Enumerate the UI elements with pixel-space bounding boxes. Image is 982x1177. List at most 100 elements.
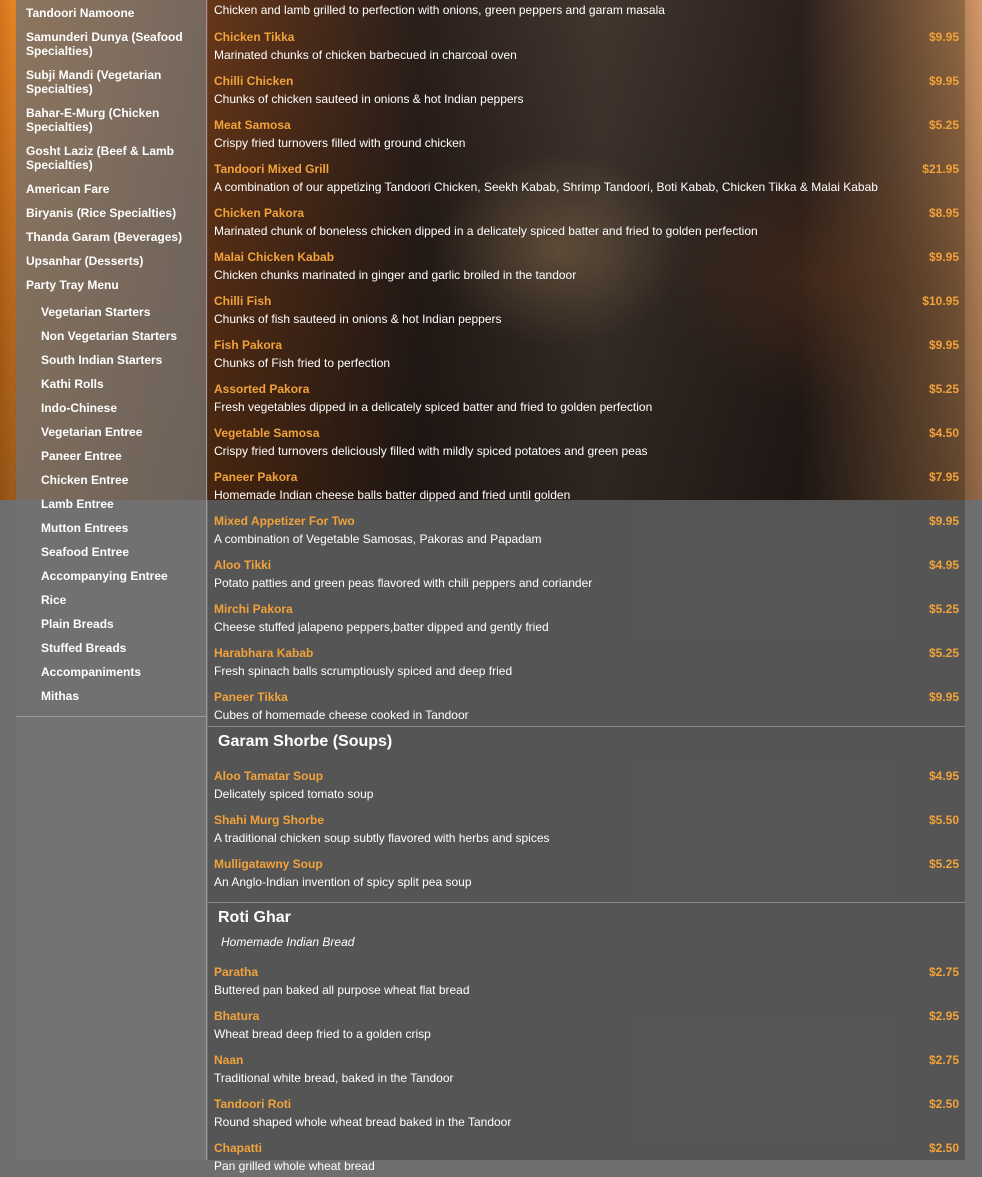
menu-item-description: Crispy fried turnovers deliciously fille… [214, 444, 648, 458]
sidebar-subcategory-link[interactable]: Mithas [16, 684, 206, 708]
sidebar-subcategory-link[interactable]: South Indian Starters [16, 348, 206, 372]
menu-item-price: $8.95 [928, 206, 959, 220]
menu-item-description: Fresh vegetables dipped in a delicately … [214, 400, 653, 414]
menu-item-top: Chicken and lamb grilled to perfection w… [208, 0, 965, 22]
sidebar-category-link[interactable]: Samunderi Dunya (Seafood Specialties) [16, 25, 206, 63]
menu-item-name: Meat Samosa [214, 118, 291, 132]
sidebar-category-link[interactable]: Biryanis (Rice Specialties) [16, 201, 206, 225]
menu-item-name: Fish Pakora [214, 338, 283, 352]
menu-item: Chilli Chicken $9.95 Chunks of chicken sau… [208, 66, 965, 110]
menu-item-description: Cheese stuffed jalapeno peppers,batter d… [214, 620, 549, 634]
sidebar-subcategory-link[interactable]: Accompaniments [16, 660, 206, 684]
sidebar-category-link[interactable]: Subji Mandi (Vegetarian Specialties) [16, 63, 206, 101]
menu-item-name: Chicken Pakora [214, 206, 305, 220]
sidebar-category-link[interactable]: Upsanhar (Desserts) [16, 249, 206, 273]
category-list: Tandoori Namoone Samunderi Dunya (Seafood… [16, 0, 206, 297]
menu-item: Tandoori Mixed Grill $21.95 A combination … [208, 154, 965, 198]
menu-item-description: Buttered pan baked all purpose wheat fla… [214, 983, 470, 997]
sidebar-subcategory-link[interactable]: Rice [16, 588, 206, 612]
menu-item-price: $4.95 [928, 558, 959, 572]
sidebar-category-link[interactable]: Thanda Garam (Beverages) [16, 225, 206, 249]
menu-item-description: A traditional chicken soup subtly flavor… [214, 831, 550, 845]
menu-item: Bhatura $2.95 Wheat bread deep fried to a … [208, 1001, 965, 1045]
menu-item: Chilli Fish $10.95 Chunks of fish sauteed … [208, 286, 965, 330]
menu-item-description: A combination of Vegetable Samosas, Pako… [214, 532, 542, 546]
menu-item-description: A combination of our appetizing Tandoori… [214, 180, 878, 194]
menu-content: Chicken and lamb grilled to perfection w… [208, 0, 965, 1173]
menu-item-name: Chapatti [214, 1141, 262, 1155]
menu-item: Paneer Tikka $9.95 Cubes of homemade chees… [208, 682, 965, 726]
section-breads: Roti Ghar Homemade Indian Bread [208, 902, 965, 957]
menu-item-price: $5.25 [928, 857, 959, 871]
menu-item-price: $4.95 [928, 769, 959, 783]
menu-item-price: $9.95 [928, 338, 959, 352]
menu-item-description: Chunks of fish sauteed in onions & hot I… [214, 312, 502, 326]
section-subtitle: Homemade Indian Bread [221, 935, 355, 949]
sidebar-category-link[interactable]: American Fare [16, 177, 206, 201]
menu-item-price: $2.75 [928, 965, 959, 979]
menu-item-name: Mirchi Pakora [214, 602, 293, 616]
menu-item-price: $5.25 [928, 646, 959, 660]
section-title: Roti Ghar [218, 909, 291, 926]
menu-item-description: An Anglo-Indian invention of spicy split… [214, 875, 472, 889]
sidebar-category-link[interactable]: Tandoori Namoone [16, 1, 206, 25]
sidebar-subcategory-link[interactable]: Vegetarian Entree [16, 420, 206, 444]
menu-item: Mulligatawny Soup $5.25 An Anglo-Indian in… [208, 849, 965, 893]
menu-item-name: Aloo Tikki [214, 558, 272, 572]
menu-item-price: $2.75 [928, 1053, 959, 1067]
sidebar-subcategory-link[interactable]: Plain Breads [16, 612, 206, 636]
menu-item-name: Shahi Murg Shorbe [214, 813, 325, 827]
sidebar-subcategory-link[interactable]: Seafood Entree [16, 540, 206, 564]
sidebar-subcategory-link[interactable]: Mutton Entrees [16, 516, 206, 540]
menu-item-name: Mulligatawny Soup [214, 857, 323, 871]
menu-item-description: Traditional white bread, baked in the Ta… [214, 1071, 454, 1085]
sidebar-subcategory-link[interactable]: Kathi Rolls [16, 372, 206, 396]
menu-item-name: Chilli Chicken [214, 74, 294, 88]
sidebar-subcategory-link[interactable]: Paneer Entree [16, 444, 206, 468]
menu-item-name: Aloo Tamatar Soup [214, 769, 324, 783]
menu-item-description: Wheat bread deep fried to a golden crisp [214, 1027, 431, 1041]
menu-item: Aloo Tamatar Soup $4.95 Delicately spiced … [208, 761, 965, 805]
menu-item: Harabhara Kabab $5.25 Fresh spinach balls … [208, 638, 965, 682]
menu-item-price: $9.95 [928, 30, 959, 44]
sidebar-category-link[interactable]: Gosht Laziz (Beef & Lamb Specialties) [16, 139, 206, 177]
sidebar-subcategory-link[interactable]: Accompanying Entree [16, 564, 206, 588]
menu-item-price: $10.95 [922, 294, 959, 308]
menu-item-description: Chicken chunks marinated in ginger and g… [214, 268, 577, 282]
menu-item: Mirchi Pakora $5.25 Cheese stuffed jalapen… [208, 594, 965, 638]
menu-item: Tandoori Roti $2.50 Round shaped whole whe… [208, 1089, 965, 1133]
menu-item: Chapatti $2.50 Pan grilled whole wheat bre… [208, 1133, 965, 1177]
menu-item-description: Chunks of Fish fried to perfection [214, 356, 391, 370]
sidebar-subcategory-link[interactable]: Chicken Entree [16, 468, 206, 492]
sidebar-subcategory-link[interactable]: Lamb Entree [16, 492, 206, 516]
sidebar-subcategory-link[interactable]: Indo-Chinese [16, 396, 206, 420]
menu-item-name: Vegetable Samosa [214, 426, 320, 440]
menu-item: Aloo Tikki $4.95 Potato patties and green … [208, 550, 965, 594]
menu-item-name: Chicken Tikka [214, 30, 295, 44]
menu-item-description: Marinated chunk of boneless chicken dipp… [214, 224, 758, 238]
sidebar-panel: Tandoori Namoone Samunderi Dunya (Seafood… [16, 0, 206, 717]
sidebar-subcategory-link[interactable]: Non Vegetarian Starters [16, 324, 206, 348]
soup-list: Aloo Tamatar Soup $4.95 Delicately spiced … [208, 761, 965, 893]
sidebar-category-link[interactable]: Party Tray Menu [16, 273, 206, 297]
menu-item: Naan $2.75 Traditional white bread, baked … [208, 1045, 965, 1089]
appetizer-list: Chicken Tikka $9.95 Marinated chunks of ch… [208, 22, 965, 726]
sidebar-category-link[interactable]: Bahar-E-Murg (Chicken Specialties) [16, 101, 206, 139]
menu-item-price: $5.25 [928, 118, 959, 132]
menu-item-description: Round shaped whole wheat bread baked in … [214, 1115, 512, 1129]
menu-item: Chicken Tikka $9.95 Marinated chunks of ch… [208, 22, 965, 66]
menu-item: Paratha $2.75 Buttered pan baked all purpo… [208, 957, 965, 1001]
sidebar-subcategory-link[interactable]: Stuffed Breads [16, 636, 206, 660]
subcategory-list: Vegetarian Starters Non Vegetarian Starte… [16, 300, 206, 708]
menu-item-description: Potato patties and green peas flavored w… [214, 576, 593, 590]
menu-item: Malai Chicken Kabab $9.95 Chicken chunks m… [208, 242, 965, 286]
menu-item-name: Bhatura [214, 1009, 260, 1023]
menu-item-description: Crispy fried turnovers filled with groun… [214, 136, 466, 150]
sidebar-subcategory-link[interactable]: Vegetarian Starters [16, 300, 206, 324]
menu-item: Shahi Murg Shorbe $5.50 A traditional chic… [208, 805, 965, 849]
section-soups: Garam Shorbe (Soups) [208, 726, 965, 761]
menu-item: Chicken Pakora $8.95 Marinated chunk of bo… [208, 198, 965, 242]
menu-item-price: $7.95 [928, 470, 959, 484]
menu-item-name: Naan [214, 1053, 244, 1067]
menu-item-price: $2.50 [928, 1097, 959, 1111]
